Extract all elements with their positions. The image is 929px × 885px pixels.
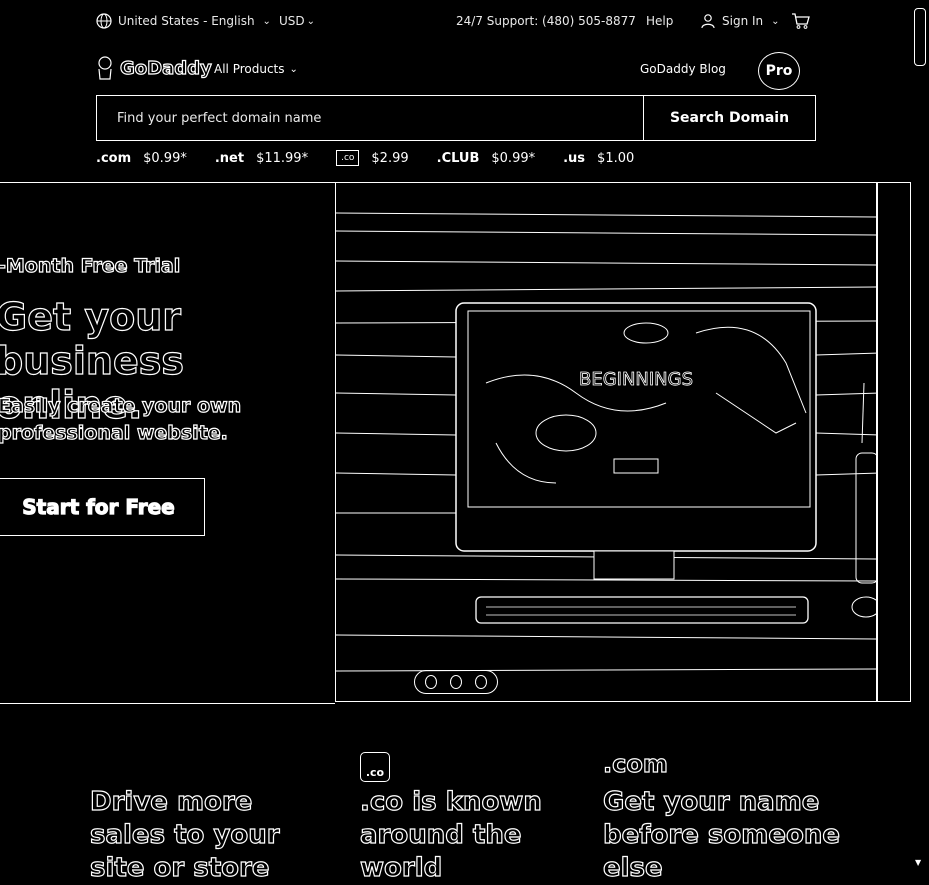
currency-label: USD [279, 14, 305, 28]
tld-name: .com [96, 150, 132, 166]
chevron-down-icon: ⌄ [262, 15, 271, 27]
godaddy-logo[interactable]: GoDaddy [96, 52, 212, 84]
help-link[interactable]: Help [646, 10, 673, 32]
locale-selector[interactable]: United States - English ⌄ [96, 10, 271, 32]
tld-name: .us [563, 150, 586, 166]
locale-label: United States - English [118, 14, 255, 28]
tld-name: .net [214, 150, 245, 166]
tld-name: .co [336, 150, 360, 166]
tld-item[interactable]: .net $11.99* [215, 150, 308, 166]
sign-in-label: Sign In [722, 14, 764, 28]
tld-item[interactable]: .CLUB $0.99* [437, 150, 535, 166]
tld-item[interactable]: .us $1.00 [563, 150, 634, 166]
cart-button[interactable] [791, 10, 811, 32]
scrollbar-thumb[interactable] [914, 8, 926, 66]
co-logo-label: .co [365, 766, 385, 779]
support-phone[interactable]: 24/7 Support: (480) 505-8877 [456, 10, 636, 32]
user-icon [701, 14, 715, 29]
carousel-pagination [414, 670, 498, 694]
carousel-dot[interactable] [449, 675, 462, 689]
currency-selector[interactable]: USD ⌄ [279, 10, 315, 32]
sign-in-menu[interactable]: Sign In ⌄ [700, 10, 780, 32]
hero-subline: Easily create your own professional webs… [0, 394, 242, 444]
start-for-free-button[interactable]: Start for Free [0, 478, 205, 536]
blog-link[interactable]: GoDaddy Blog [640, 62, 726, 76]
hero-kicker: -Month Free Trial [0, 254, 181, 277]
tld-name: .CLUB [436, 150, 480, 166]
godaddy-mascot-icon [98, 56, 112, 80]
tld-price: $0.99* [491, 150, 536, 166]
screen-headline: BEGINNINGS [579, 369, 693, 390]
domain-search: Search Domain [96, 95, 816, 141]
chevron-down-icon: ⌄ [771, 15, 780, 27]
next-slide-peek[interactable] [877, 182, 911, 702]
co-logo: .co [360, 752, 390, 782]
hero-image: BEGINNINGS [335, 182, 877, 702]
domain-search-input[interactable] [97, 96, 643, 140]
chevron-down-icon: ⌄ [306, 15, 316, 27]
support-label: 24/7 Support: (480) 505-8877 [456, 14, 636, 28]
tld-price: $2.99 [371, 150, 409, 166]
logo-wordmark: GoDaddy [119, 57, 212, 79]
scroll-down-arrow-icon[interactable]: ▼ [915, 858, 921, 867]
help-label: Help [646, 14, 674, 28]
promo-title[interactable]: Drive more sales to your site or store [89, 786, 310, 885]
tld-price: $11.99* [256, 150, 309, 166]
tld-price: $1.00 [597, 150, 635, 166]
tld-item[interactable]: .co $2.99 [336, 150, 409, 166]
all-products-label: All Products [214, 62, 285, 76]
promo-title[interactable]: .co is known around the world [359, 786, 580, 885]
all-products-menu[interactable]: All Products ⌄ [214, 62, 298, 76]
cart-icon [792, 13, 810, 29]
globe-icon [96, 13, 112, 29]
desk-scene-illustration: BEGINNINGS [336, 212, 876, 672]
tld-price: $0.99* [143, 150, 187, 166]
promo-title[interactable]: Get your name before someone else [602, 786, 843, 885]
carousel-dot[interactable] [474, 675, 487, 689]
tld-item[interactable]: .com $0.99* [96, 150, 187, 166]
tld-price-strip: .com $0.99* .net $11.99* .co $2.99 .CLUB… [96, 150, 634, 166]
pro-label: Pro [765, 63, 793, 79]
search-domain-button[interactable]: Search Domain [643, 96, 815, 140]
com-logo: .com [602, 749, 668, 778]
chevron-down-icon: ⌄ [289, 63, 298, 75]
pro-badge[interactable]: Pro [758, 52, 800, 90]
carousel-dot[interactable] [425, 675, 438, 689]
